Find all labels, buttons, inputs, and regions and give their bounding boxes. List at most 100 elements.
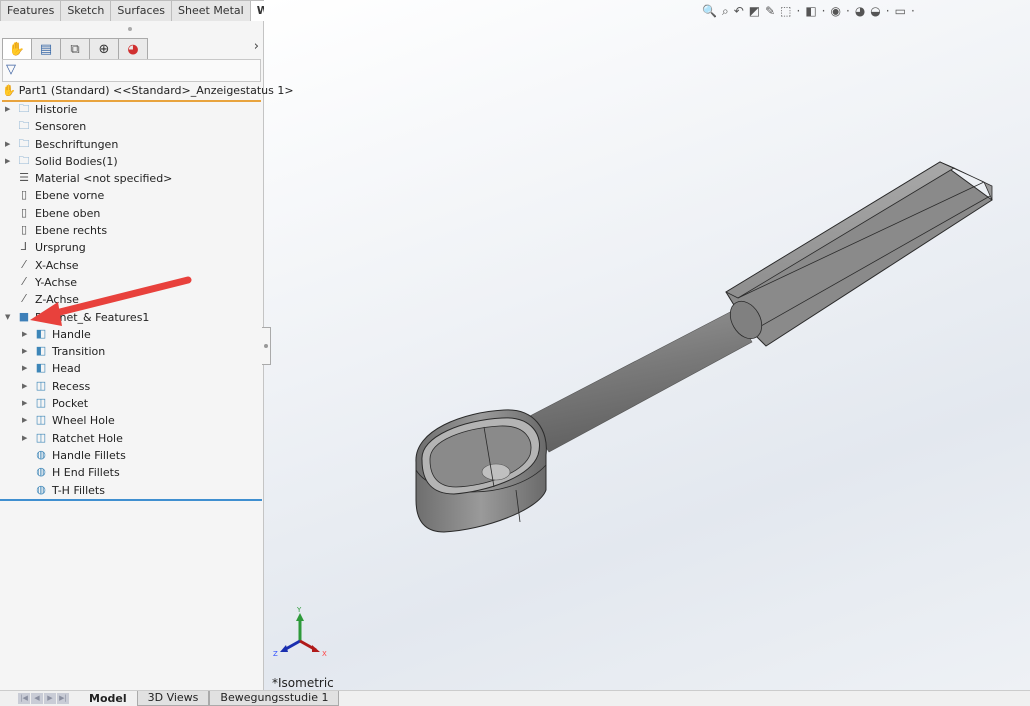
zoom-to-area-icon[interactable]: ⌕ — [722, 4, 729, 19]
tree-rollback-bar[interactable] — [0, 499, 262, 501]
tree-item[interactable]: ▶ ◧ Handle — [0, 326, 262, 343]
part-icon: ✋ — [2, 84, 16, 97]
tab-model[interactable]: Model — [79, 691, 137, 706]
triad-y-label: Y — [296, 606, 302, 614]
solid-bodies-folder-icon: 🗀 — [18, 153, 30, 167]
collapse-arrow-icon[interactable]: ▼ — [5, 309, 13, 326]
tree-item-label: Recess — [52, 379, 91, 393]
view-settings-icon[interactable]: ▭ — [895, 4, 906, 19]
tree-item[interactable]: ⁄ X-Achse — [0, 257, 262, 274]
tree-item-label: Ebene rechts — [35, 224, 108, 238]
feature-manager-panel: ✋ ▤ ⧉ ⊕ ◕ › ▽ ✋ Part1 (Standard) <<Standa… — [0, 21, 294, 690]
expand-arrow-icon[interactable]: ▶ — [22, 343, 30, 360]
tree-item[interactable]: ▶ ◧ Head — [0, 360, 262, 377]
origin-icon: ⅃ — [20, 240, 28, 254]
dropdown-icon[interactable]: · — [822, 4, 826, 19]
section-view-icon[interactable]: ◩ — [749, 4, 760, 19]
dropdown-icon[interactable]: · — [911, 4, 915, 19]
tree-item[interactable]: ▯ Ebene rechts — [0, 222, 262, 239]
fillet-icon: ◍ — [36, 447, 46, 461]
tree-item[interactable]: ☰ Material <not specified> — [0, 170, 262, 187]
tree-item[interactable]: ▶ ◫ Wheel Hole — [0, 412, 262, 429]
view-orientation-icon[interactable]: ⬚ — [780, 4, 791, 19]
previous-view-icon[interactable]: ↶ — [734, 4, 744, 19]
first-tab-button[interactable]: |◀ — [18, 693, 30, 704]
zoom-to-fit-icon[interactable]: 🔍 — [702, 4, 717, 19]
expand-arrow-icon[interactable]: ▶ — [5, 136, 13, 153]
tab-surfaces[interactable]: Surfaces — [111, 0, 173, 22]
display-style-icon[interactable]: ◧ — [805, 4, 816, 19]
dimxpert-tab[interactable]: ⊕ — [90, 38, 119, 60]
tree-item[interactable]: ▶ 🗀 Beschriftungen — [0, 136, 262, 153]
featuremanager-tab[interactable]: ✋ — [2, 38, 32, 60]
tree-item[interactable]: ▯ Ebene oben — [0, 205, 262, 222]
tab-3d-views[interactable]: 3D Views — [136, 691, 210, 706]
tab-motion-study[interactable]: Bewegungsstudie 1 — [209, 691, 340, 706]
panel-splitter[interactable] — [262, 327, 271, 365]
tree-root-part[interactable]: ✋ Part1 (Standard) <<Standard>_Anzeigesta… — [2, 84, 294, 102]
tab-sketch[interactable]: Sketch — [61, 0, 112, 22]
tree-item[interactable]: ▯ Ebene vorne — [0, 187, 262, 204]
graphics-area[interactable] — [264, 0, 1030, 690]
dropdown-icon[interactable]: · — [797, 4, 801, 19]
previous-tab-button[interactable]: ◀ — [31, 693, 43, 704]
tree-item-label: T-H Fillets — [52, 483, 105, 497]
displaymanager-tab[interactable]: ◕ — [119, 38, 148, 60]
next-tab-button[interactable]: ▶ — [44, 693, 56, 704]
expand-arrow-icon[interactable]: ▶ — [22, 395, 30, 412]
plane-icon: ▯ — [20, 188, 28, 202]
tree-item-label: Historie — [35, 103, 78, 116]
configurationmanager-tab[interactable]: ⧉ — [61, 38, 90, 60]
last-tab-button[interactable]: ▶| — [57, 693, 69, 704]
tree-item[interactable]: 🗀 Sensoren — [0, 118, 262, 135]
edit-appearance-icon[interactable]: ◕ — [855, 4, 865, 19]
propertymanager-tab[interactable]: ▤ — [32, 38, 61, 60]
dynamic-annotation-icon[interactable]: ✎ — [765, 4, 775, 19]
tab-features[interactable]: Features — [0, 0, 62, 22]
tree-item[interactable]: ▼ ■ Ratchet_& Features1 — [0, 309, 262, 326]
tree-item-label: Sensoren — [35, 120, 87, 134]
manager-more-chevron-icon[interactable]: › — [254, 39, 259, 54]
history-folder-icon: 🗀 — [18, 102, 30, 115]
panel-grip[interactable] — [128, 27, 132, 31]
ratchet-shaft — [525, 309, 753, 453]
tree-item[interactable]: ◍ T-H Fillets — [0, 482, 262, 499]
tree-item[interactable]: ◍ H End Fillets — [0, 464, 262, 481]
hide-show-items-icon[interactable]: ◉ — [831, 4, 841, 19]
tree-item[interactable]: ▶ ◫ Pocket — [0, 395, 262, 412]
expand-arrow-icon[interactable]: ▶ — [22, 326, 30, 343]
triad-x-label: X — [322, 650, 327, 658]
tree-item[interactable]: ▶ ◫ Ratchet Hole — [0, 430, 262, 447]
apply-scene-icon[interactable]: ◒ — [870, 4, 880, 19]
ratchet-handle-side — [725, 161, 993, 347]
tree-item[interactable]: ⅃ Ursprung — [0, 239, 262, 256]
tree-item[interactable]: ▶ ◧ Transition — [0, 343, 262, 360]
expand-arrow-icon[interactable]: ▶ — [22, 412, 30, 429]
tree-item-label: Ratchet Hole — [52, 431, 123, 445]
view-orientation-label: *Isometric — [272, 676, 334, 690]
expand-arrow-icon[interactable]: ▶ — [5, 101, 13, 118]
dropdown-icon[interactable]: · — [846, 4, 850, 19]
material-icon: ☰ — [19, 171, 29, 185]
tree-item-label: Beschriftungen — [35, 137, 119, 151]
expand-arrow-icon[interactable]: ▶ — [22, 360, 30, 377]
tree-filter-input[interactable]: ▽ — [2, 59, 261, 82]
tree-item[interactable]: ▶ ◫ Recess — [0, 378, 262, 395]
tree-item-label: Y-Achse — [35, 275, 77, 289]
tree-item-label: Solid Bodies(1) — [35, 154, 118, 168]
coordinate-triad: Y Z X — [273, 606, 327, 658]
expand-arrow-icon[interactable]: ▶ — [5, 153, 13, 170]
expand-arrow-icon[interactable]: ▶ — [22, 430, 30, 447]
tree-item[interactable]: ⁄ Z-Achse — [0, 291, 262, 308]
tree-item-label: Ursprung — [35, 241, 86, 255]
bottom-tab-bar: |◀ ◀ ▶ ▶| Model 3D Views Bewegungsstudie… — [0, 690, 1030, 706]
tree-item[interactable]: ◍ Handle Fillets — [0, 447, 262, 464]
dropdown-icon[interactable]: · — [886, 4, 890, 19]
tree-item[interactable]: ⁄ Y-Achse — [0, 274, 262, 291]
tree-item[interactable]: ▶ 🗀 Solid Bodies(1) — [0, 153, 262, 170]
tab-sheet-metal[interactable]: Sheet Metal — [172, 0, 251, 22]
axis-icon: ⁄ — [23, 257, 25, 271]
expand-arrow-icon[interactable]: ▶ — [22, 378, 30, 395]
tree-item[interactable]: ▶ 🗀 Historie — [0, 101, 262, 118]
annotations-folder-icon: 🗀 — [18, 136, 30, 150]
